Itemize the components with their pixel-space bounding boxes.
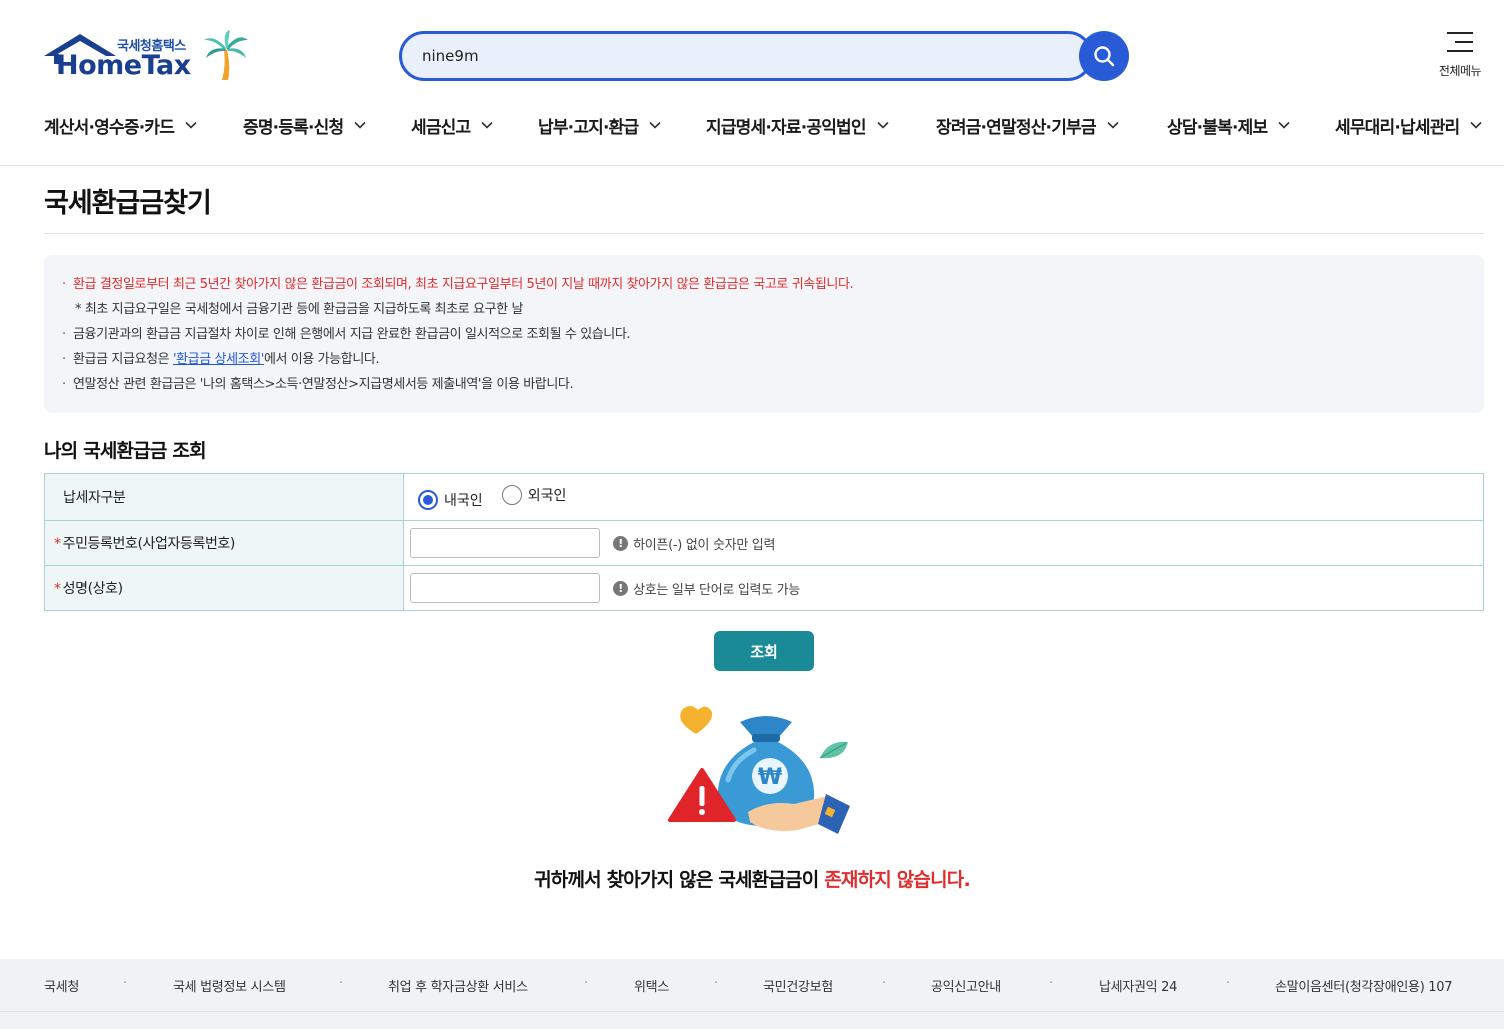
footer-link-student-loan[interactable]: 취업 후 학자금상환 서비스 [388,976,528,995]
hometax-logo[interactable]: 국세청홈택스 HomeTax [42,30,252,86]
required-mark: * [54,581,61,597]
footer-separator: · [123,976,128,991]
footer-link-whistleblow[interactable]: 공익신고안내 [931,976,1001,995]
svg-text:₩: ₩ [758,765,782,790]
form-row-taxpayer-type: 납세자구분 내국인 외국인 [44,473,1484,521]
all-menu-label: 전체메뉴 [1438,64,1482,78]
nav-item-label: 세무대리·납세관리 [1335,117,1460,138]
radio-foreign[interactable]: 외국인 [501,484,567,505]
nav-item-invoice[interactable]: 계산서·영수증·카드 [44,110,198,140]
site-header: 국세청홈택스 HomeTax 전체메뉴 계산서·영수증·카드 증명 [0,0,1504,166]
notice-text: 에서 이용 가능합니다. [263,352,380,367]
footer-separator: · [339,976,344,991]
nav-item-payment[interactable]: 납부·고지·환급 [538,110,662,140]
footer-separator: · [1226,976,1231,991]
info-icon: ! [613,580,629,596]
name-label: 성명(상호) [62,581,123,597]
refund-query-form: 납세자구분 내국인 외국인 * 주민등록번호(사업자등록번호) ! 하이픈(-) 없… [44,473,1484,611]
search-icon [1094,46,1115,67]
id-number-label: 주민등록번호(사업자등록번호) [62,536,236,552]
form-row-name: * 성명(상호) ! 상호는 일부 단어로 입력도 가능 [44,565,1484,611]
all-menu-button[interactable]: 전체메뉴 [1430,30,1490,82]
radio-domestic[interactable]: 내국인 [418,489,483,510]
notice-text: 환급금 지급요청은 [73,352,173,367]
chevron-down-icon [184,118,198,132]
nav-item-tax-report[interactable]: 세금신고 [411,110,494,140]
notice-line: 환급 결정일로부터 최근 5년간 찾아가지 않은 환급금이 조회되며, 최초 지… [62,272,1464,297]
main-navigation: 계산서·영수증·카드 증명·등록·신청 세금신고 납부·고지·환급 지급명세·자… [0,110,1504,140]
notice-line: 환급금 지급요청은 '환급금 상세조회'에서 이용 가능합니다. [62,347,1464,372]
nav-item-certificate[interactable]: 증명·등록·신청 [243,110,367,140]
hamburger-icon [1447,30,1473,54]
footer-link-health-insurance[interactable]: 국민건강보험 [763,976,833,995]
required-mark: * [54,536,61,552]
logo-title: HomeTax [56,50,191,81]
nav-item-label: 상담·불복·제보 [1167,117,1268,138]
id-number-label-cell: * 주민등록번호(사업자등록번호) [44,520,404,566]
name-hint: ! 상호는 일부 단어로 입력도 가능 [613,579,800,598]
section-title: 나의 국세환급금 조회 [44,440,207,462]
chevron-down-icon [1106,118,1120,132]
search-input[interactable] [399,31,1093,81]
radio-label: 내국인 [444,492,483,509]
id-number-cell: ! 하이픈(-) 없이 숫자만 입력 [403,520,1484,566]
result-text: 귀하께서 찾아가지 않은 국세환급금이 [534,869,825,891]
page-title: 국세환급금찾기 [44,188,212,219]
refund-detail-link[interactable]: '환급금 상세조회' [173,352,264,367]
notice-line: 금융기관과의 환급금 지급절차 차이로 인해 은행에서 지급 완료한 환급금이 … [62,322,1464,347]
nav-item-label: 증명·등록·신청 [243,117,344,138]
radio-label: 외국인 [527,487,567,504]
notice-subline: * 최초 지급요구일은 국세청에서 금융기관 등에 환급금을 지급하도록 최초로… [75,302,524,317]
nav-item-label: 지급명세·자료·공익법인 [706,117,867,138]
result-message: 귀하께서 찾아가지 않은 국세환급금이 존재하지 않습니다. [0,865,1504,892]
footer-separator: · [1049,976,1054,991]
footer-separator: · [714,976,719,991]
footer-link-relay-center[interactable]: 손말이음센터(청각장애인용) 107 [1275,976,1453,995]
chevron-down-icon [1469,118,1483,132]
nav-item-label: 계산서·영수증·카드 [44,117,175,138]
hint-text: 하이픈(-) 없이 숫자만 입력 [633,537,776,553]
name-label-cell: * 성명(상호) [44,565,404,611]
footer-link-taxpayer-rights[interactable]: 납세자권익 24 [1099,976,1177,995]
footer-divider [0,1011,1504,1012]
query-button[interactable]: 조회 [714,631,814,671]
form-row-id-number: * 주민등록번호(사업자등록번호) ! 하이픈(-) 없이 숫자만 입력 [44,520,1484,566]
nav-item-incentive[interactable]: 장려금·연말정산·기부금 [936,110,1120,140]
search-button[interactable] [1079,31,1129,81]
footer-separator: · [882,976,887,991]
footer-separator: · [584,976,589,991]
title-divider [44,233,1484,234]
info-icon: ! [613,535,629,551]
id-number-input[interactable] [410,528,600,558]
nav-item-label: 장려금·연말정산·기부금 [936,117,1097,138]
nav-item-label: 납부·고지·환급 [538,117,639,138]
taxpayer-type-label: 납세자구분 [44,473,404,521]
name-cell: ! 상호는 일부 단어로 입력도 가능 [403,565,1484,611]
chevron-down-icon [1277,118,1291,132]
notice-line: 연말정산 관련 환급금은 '나의 홈택스>소득·연말정산>지급명세서등 제출내역… [62,372,1464,397]
radio-unselected-icon [501,484,522,505]
chevron-down-icon [353,118,367,132]
nav-item-agent[interactable]: 세무대리·납세관리 [1335,110,1483,140]
nav-item-consult[interactable]: 상담·불복·제보 [1167,110,1291,140]
palm-tree-icon [204,30,248,80]
taxpayer-type-cell: 내국인 외국인 [403,473,1484,521]
money-bag-warning-illustration: ₩ [668,706,850,834]
nav-item-statement[interactable]: 지급명세·자료·공익법인 [706,110,890,140]
notice-box: 환급 결정일로부터 최근 5년간 찾아가지 않은 환급금이 조회되며, 최초 지… [44,255,1484,413]
footer-link-wetax[interactable]: 위택스 [634,976,669,995]
chevron-down-icon [876,118,890,132]
radio-selected-icon [418,489,438,510]
id-number-hint: ! 하이픈(-) 없이 숫자만 입력 [613,534,775,553]
nav-item-label: 세금신고 [411,117,471,138]
hint-text: 상호는 일부 단어로 입력도 가능 [633,582,801,598]
footer-link-nts[interactable]: 국세청 [44,976,79,995]
search-bar [399,31,1129,81]
footer: 국세청 · 국세 법령정보 시스템 · 취업 후 학자금상환 서비스 · 위택스… [0,959,1504,1029]
footer-link-law[interactable]: 국세 법령정보 시스템 [173,976,286,995]
name-input[interactable] [410,573,600,603]
chevron-down-icon [648,118,662,132]
chevron-down-icon [480,118,494,132]
result-highlight: 존재하지 않습니다. [824,869,970,891]
